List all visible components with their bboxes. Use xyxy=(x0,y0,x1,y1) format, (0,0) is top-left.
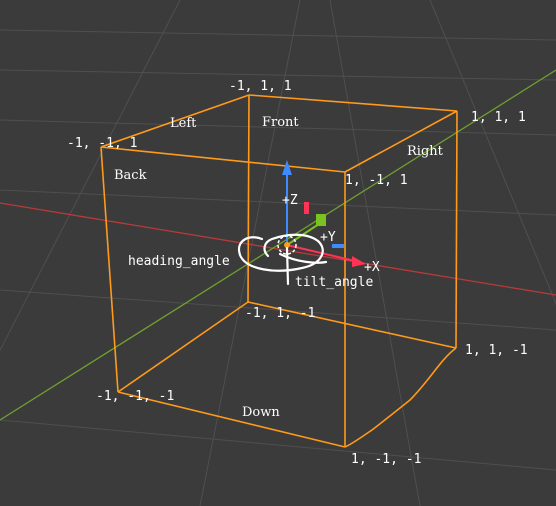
y-axis-handle[interactable] xyxy=(316,214,326,226)
cube-edge xyxy=(455,110,458,349)
cube-edge xyxy=(117,301,249,393)
face-label-back: Back xyxy=(114,168,147,183)
face-label-left: Left xyxy=(170,116,197,131)
vertex-label-top-front-left: -1, -1, 1 xyxy=(67,136,138,151)
face-label-front: Front xyxy=(262,115,299,130)
viewport-scene[interactable] xyxy=(0,0,556,506)
heading-angle-label: heading_angle xyxy=(128,254,230,269)
gizmo-x-label: +X xyxy=(364,260,380,275)
vertex-label-bottom-front-right: 1, -1, -1 xyxy=(351,452,422,467)
xz-plane-handle[interactable] xyxy=(304,202,309,214)
cube-edge xyxy=(248,94,458,112)
x-axis-line xyxy=(0,202,556,296)
vertex-label-bottom-front-left: -1, -1, -1 xyxy=(96,389,175,404)
vertex-label-bottom-back-right: 1, 1, -1 xyxy=(465,343,528,358)
vertex-label-top-back-left: -1, 1, 1 xyxy=(229,79,292,94)
vertex-label-bottom-back-left: -1, 1, -1 xyxy=(245,306,316,321)
face-label-right: Right xyxy=(407,144,443,159)
cube-edge xyxy=(247,94,250,303)
cube-edge xyxy=(344,110,458,173)
3d-viewport[interactable]: -1, 1, 1 1, 1, 1 -1, -1, 1 1, -1, 1 -1, … xyxy=(0,0,556,506)
face-label-down: Down xyxy=(242,405,280,420)
z-axis-arrow-head[interactable] xyxy=(282,160,292,175)
gizmo-z-label: +Z xyxy=(282,193,298,208)
vertex-label-top-back-right: 1, 1, 1 xyxy=(471,110,526,125)
tilt-angle-label: tilt_angle xyxy=(295,275,374,290)
gizmo-y-label: +Y xyxy=(320,230,336,245)
vertex-label-top-front-right: 1, -1, 1 xyxy=(345,173,408,188)
